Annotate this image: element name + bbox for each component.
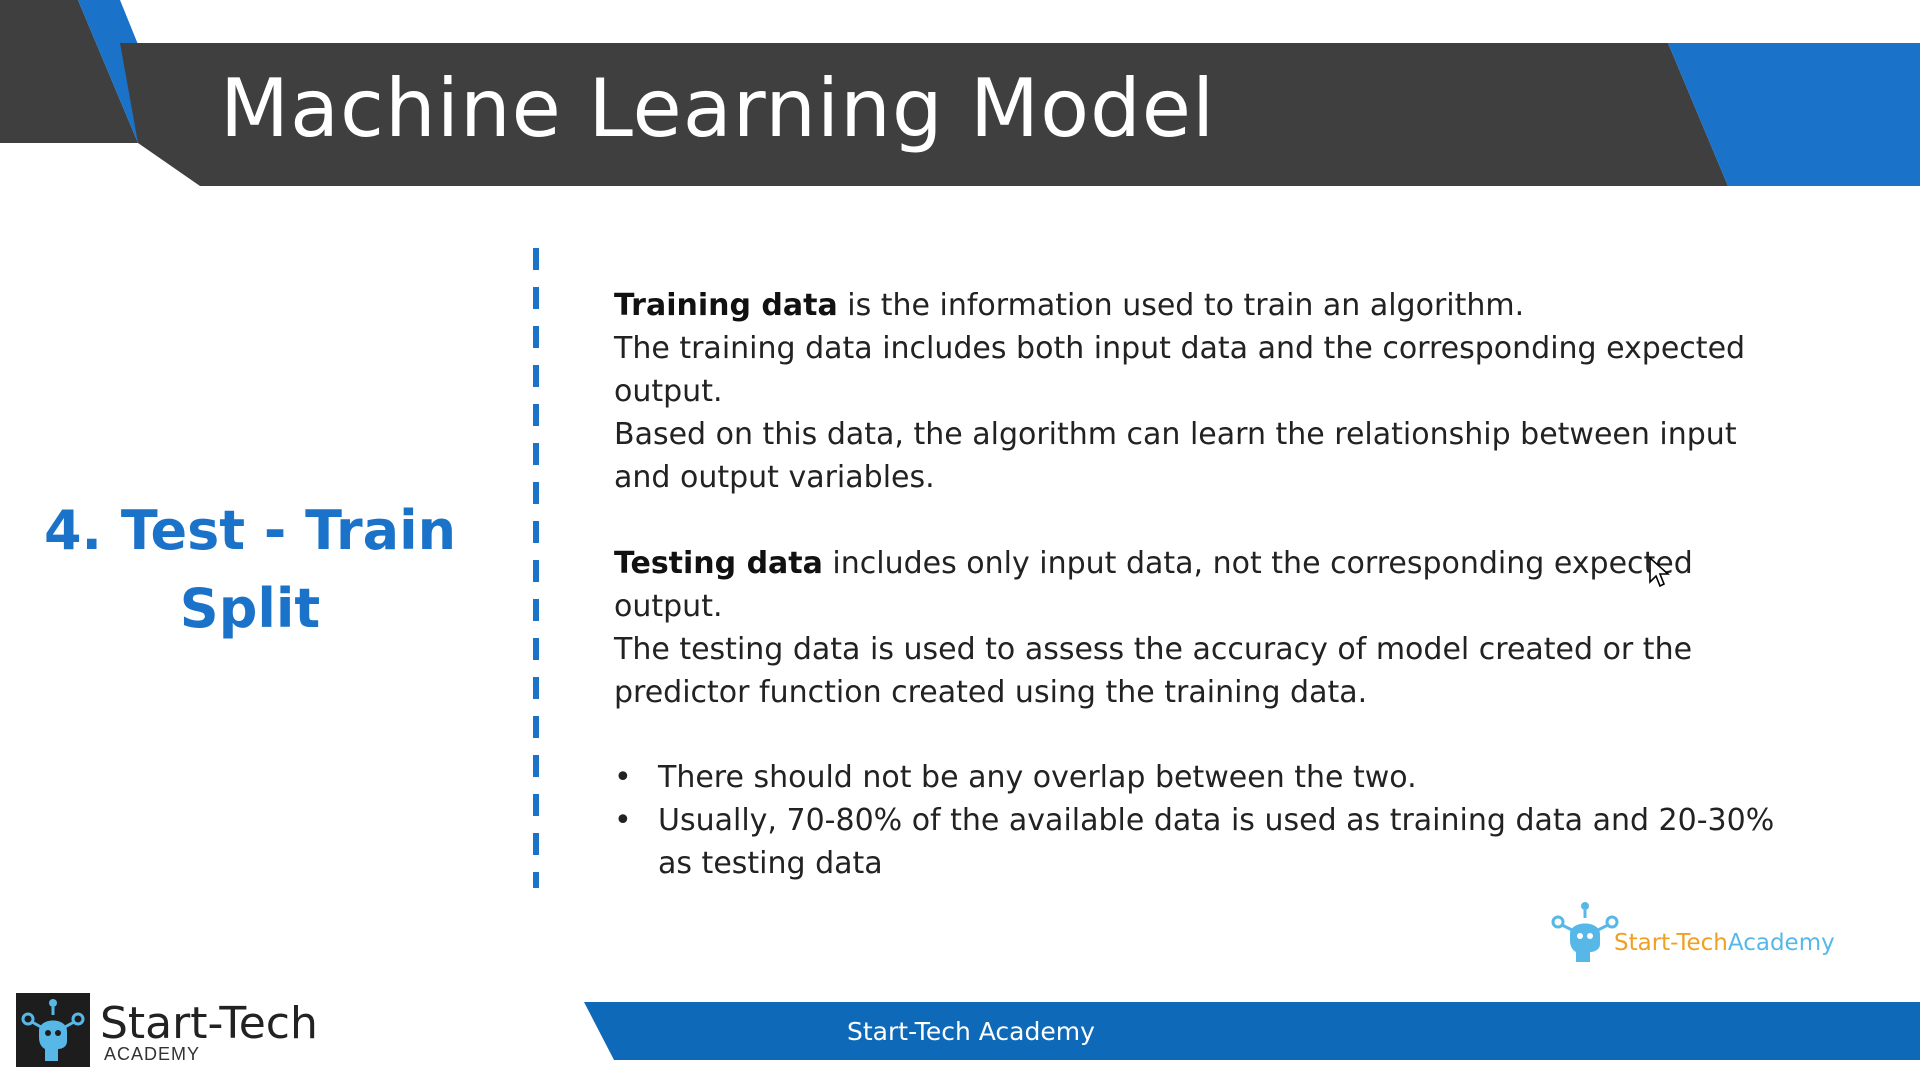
section-heading-line1: 4. Test - Train bbox=[43, 499, 457, 562]
testing-sentence-2: The testing data is used to assess the a… bbox=[614, 632, 1693, 710]
bullet-list: There should not be any overlap between … bbox=[614, 756, 1794, 885]
training-term: Training data bbox=[614, 288, 838, 323]
footer-bar bbox=[584, 1002, 1920, 1060]
footer-bar-text: Start-Tech Academy bbox=[847, 1017, 1095, 1046]
robot-head-logo-icon bbox=[16, 993, 90, 1067]
logo-wordmark: Start-Tech bbox=[100, 998, 318, 1049]
section-heading-line2: Split bbox=[179, 577, 321, 640]
bullet-item: Usually, 70-80% of the available data is… bbox=[614, 799, 1794, 885]
section-heading: 4. Test - Train Split bbox=[40, 492, 460, 648]
watermark-text-part1: Start-Tech bbox=[1614, 930, 1728, 956]
training-sentence-1: is the information used to train an algo… bbox=[837, 288, 1525, 323]
training-sentence-2: The training data includes both input da… bbox=[614, 331, 1746, 409]
slide-content: Training data is the information used to… bbox=[614, 284, 1794, 885]
logo-subtitle: ACADEMY bbox=[104, 1044, 201, 1064]
testing-paragraph: Testing data includes only input data, n… bbox=[614, 542, 1794, 628]
testing-term: Testing data bbox=[614, 546, 823, 581]
mouse-cursor-icon bbox=[1649, 556, 1670, 588]
robot-head-logo-icon bbox=[1551, 902, 1619, 962]
slide-title: Machine Learning Model bbox=[220, 62, 1216, 155]
training-sentence-3: Based on this data, the algorithm can le… bbox=[614, 417, 1737, 495]
dashed-divider bbox=[533, 248, 539, 888]
watermark-text-part2: Academy bbox=[1727, 930, 1835, 956]
watermark-text: Start-TechAcademy bbox=[1614, 930, 1835, 956]
training-paragraph: Training data is the information used to… bbox=[614, 284, 1794, 327]
bullet-item: There should not be any overlap between … bbox=[614, 756, 1794, 799]
